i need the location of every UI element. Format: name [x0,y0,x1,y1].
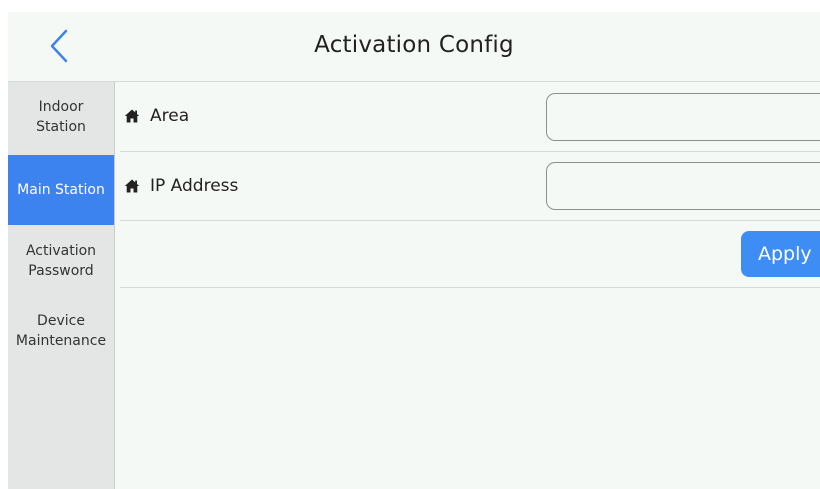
ip-address-label-group: IP Address [124,176,238,196]
page-title: Activation Config [314,32,514,58]
sidebar-item-main-station[interactable]: Main Station [8,155,114,225]
sidebar-item-device-maintenance[interactable]: Device Maintenance [8,296,114,366]
sidebar: Indoor Station Main Station Activation P… [8,82,115,489]
main-content: Area IP Address Apply [115,82,820,489]
apply-row [120,221,820,288]
sidebar-item-indoor-station[interactable]: Indoor Station [8,82,114,152]
home-icon [124,179,140,193]
sidebar-item-activation-password[interactable]: Activation Password [8,226,114,296]
ip-address-input[interactable] [546,162,820,210]
area-input[interactable] [546,93,820,141]
ip-address-label: IP Address [150,176,239,196]
area-label-group: Area [124,106,189,126]
area-label: Area [150,106,190,126]
home-icon [124,109,140,123]
app-window: Activation Config Indoor Station Main St… [8,12,820,489]
header-bar: Activation Config [8,12,820,82]
apply-button[interactable]: Apply [741,231,820,277]
